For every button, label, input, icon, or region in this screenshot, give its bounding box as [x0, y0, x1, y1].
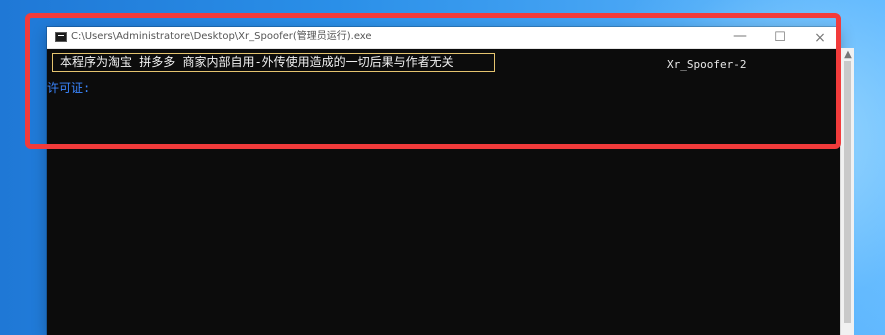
window-controls: — ☐ × — [720, 27, 840, 48]
window-title: C:\Users\Administratore\Desktop\Xr_Spoof… — [71, 31, 372, 42]
license-label: 许可证: — [47, 81, 91, 95]
window-titlebar[interactable]: C:\Users\Administratore\Desktop\Xr_Spoof… — [47, 27, 840, 49]
scroll-up-arrow-icon[interactable]: ▲ — [843, 50, 853, 60]
minimize-button[interactable]: — — [720, 27, 760, 48]
vertical-scrollbar[interactable]: ▲ — [840, 48, 854, 335]
program-name: Xr_Spoofer-2 — [667, 58, 747, 71]
scroll-thumb[interactable] — [844, 61, 851, 323]
close-button[interactable]: × — [800, 27, 840, 48]
command-prompt-icon — [55, 32, 67, 42]
maximize-button[interactable]: ☐ — [760, 27, 800, 48]
console-window: C:\Users\Administratore\Desktop\Xr_Spoof… — [47, 27, 840, 335]
console-output[interactable]: 本程序为淘宝 拼多多 商家内部自用-外传使用造成的一切后果与作者无关 Xr_Sp… — [47, 48, 840, 335]
desktop-background: C:\Users\Administratore\Desktop\Xr_Spoof… — [0, 0, 885, 335]
disclaimer-notice: 本程序为淘宝 拼多多 商家内部自用-外传使用造成的一切后果与作者无关 — [52, 53, 495, 72]
